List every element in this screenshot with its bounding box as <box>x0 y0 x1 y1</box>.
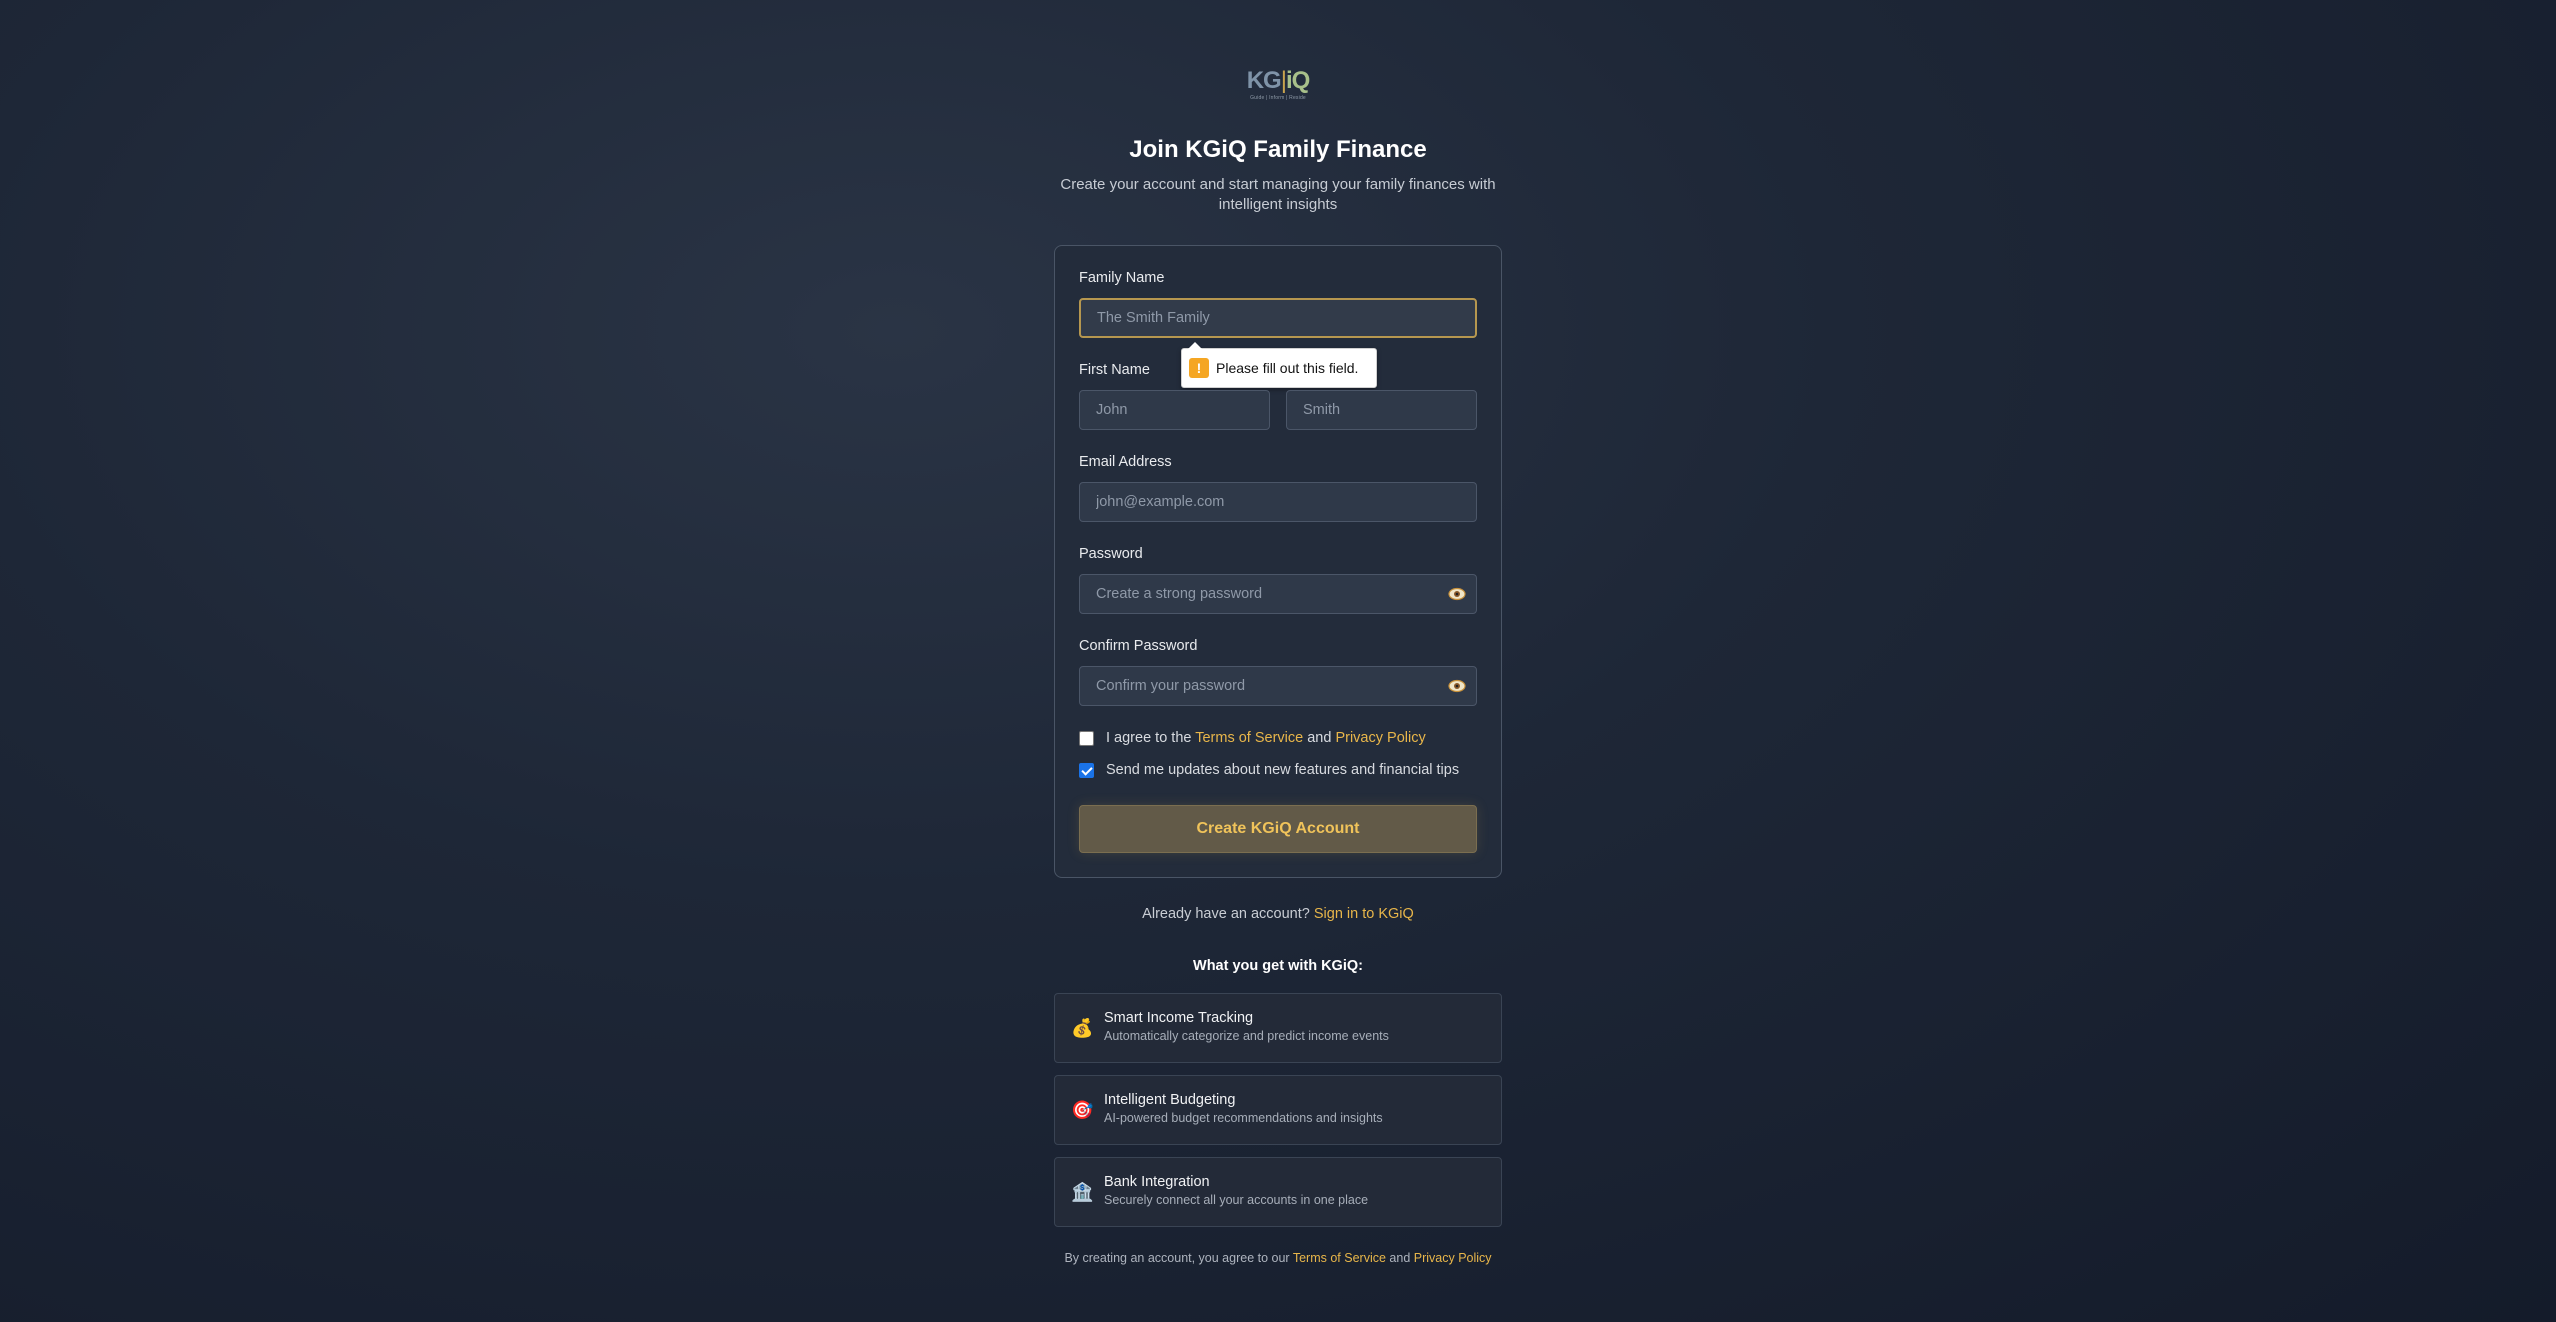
footer-terms-link[interactable]: Terms of Service <box>1293 1251 1386 1265</box>
password-input[interactable] <box>1079 574 1477 614</box>
first-name-label: First Name <box>1079 362 1150 378</box>
last-name-input[interactable] <box>1286 390 1477 430</box>
terms-label: I agree to the Terms of Service and Priv… <box>1106 730 1426 746</box>
feature-title: Bank Integration <box>1104 1174 1210 1190</box>
confirm-password-input[interactable] <box>1079 666 1477 706</box>
first-name-input[interactable] <box>1079 390 1270 430</box>
feature-card-income-tracking: 💰 Smart Income Tracking Automatically ca… <box>1054 993 1502 1063</box>
family-name-input[interactable] <box>1079 298 1477 338</box>
feature-card-bank-integration: 🏦 Bank Integration Securely connect all … <box>1054 1157 1502 1227</box>
warning-icon: ! <box>1189 358 1209 378</box>
target-icon: 🎯 <box>1071 1100 1094 1120</box>
family-name-label: Family Name <box>1079 270 1165 286</box>
feature-description: AI-powered budget recommendations and in… <box>1104 1111 1383 1125</box>
signin-prefix: Already have an account? <box>1142 906 1314 922</box>
signin-link[interactable]: Sign in to KGiQ <box>1314 906 1414 922</box>
footer-legal: By creating an account, you agree to our… <box>0 1251 2556 1265</box>
feature-card-budgeting: 🎯 Intelligent Budgeting AI-powered budge… <box>1054 1075 1502 1145</box>
logo-kg: KG <box>1246 67 1282 94</box>
feature-description: Automatically categorize and predict inc… <box>1104 1029 1389 1043</box>
features-heading: What you get with KGiQ: <box>1193 958 1363 974</box>
email-label: Email Address <box>1079 454 1172 470</box>
signin-prompt: Already have an account? Sign in to KGiQ <box>0 906 2556 922</box>
page-title: Join KGiQ Family Finance <box>1129 136 1427 163</box>
footer-prefix: By creating an account, you agree to our <box>1064 1251 1293 1265</box>
show-confirm-password-eye-icon[interactable] <box>1448 679 1466 693</box>
logo-tagline: Guide | Inform | Reside <box>1250 95 1306 101</box>
password-label: Password <box>1079 546 1143 562</box>
page-subtitle: Create your account and start managing y… <box>1060 176 1496 213</box>
footer-and: and <box>1385 1251 1414 1265</box>
confirm-password-label: Confirm Password <box>1079 638 1198 654</box>
signup-form: Family Name ! Please fill out this field… <box>1054 245 1502 878</box>
logo-mark: KG|iQ <box>1243 68 1313 94</box>
updates-opt-in-row: Send me updates about new features and f… <box>1079 762 1459 778</box>
validation-tooltip: ! Please fill out this field. <box>1181 342 1377 388</box>
feature-title: Intelligent Budgeting <box>1104 1092 1236 1108</box>
kgiq-logo: KG|iQ Guide | Inform | Reside <box>1243 68 1313 104</box>
email-input[interactable] <box>1079 482 1477 522</box>
create-account-button[interactable]: Create KGiQ Account <box>1079 805 1477 853</box>
bank-icon: 🏦 <box>1071 1182 1094 1202</box>
terms-prefix: I agree to the <box>1106 730 1196 746</box>
show-password-eye-icon[interactable] <box>1448 587 1466 601</box>
feature-description: Securely connect all your accounts in on… <box>1104 1193 1369 1207</box>
logo-iq: iQ <box>1285 67 1310 94</box>
terms-of-service-link[interactable]: Terms of Service <box>1195 730 1303 746</box>
footer-privacy-link[interactable]: Privacy Policy <box>1414 1251 1492 1265</box>
feature-title: Smart Income Tracking <box>1104 1010 1254 1026</box>
terms-agreement-row: I agree to the Terms of Service and Priv… <box>1079 730 1426 746</box>
privacy-policy-link[interactable]: Privacy Policy <box>1335 730 1425 746</box>
terms-and: and <box>1303 730 1336 746</box>
validation-message: Please fill out this field. <box>1216 360 1359 376</box>
money-bag-icon: 💰 <box>1071 1018 1094 1038</box>
updates-label: Send me updates about new features and f… <box>1106 762 1460 778</box>
updates-checkbox[interactable] <box>1079 762 1094 778</box>
terms-checkbox[interactable] <box>1079 730 1094 746</box>
